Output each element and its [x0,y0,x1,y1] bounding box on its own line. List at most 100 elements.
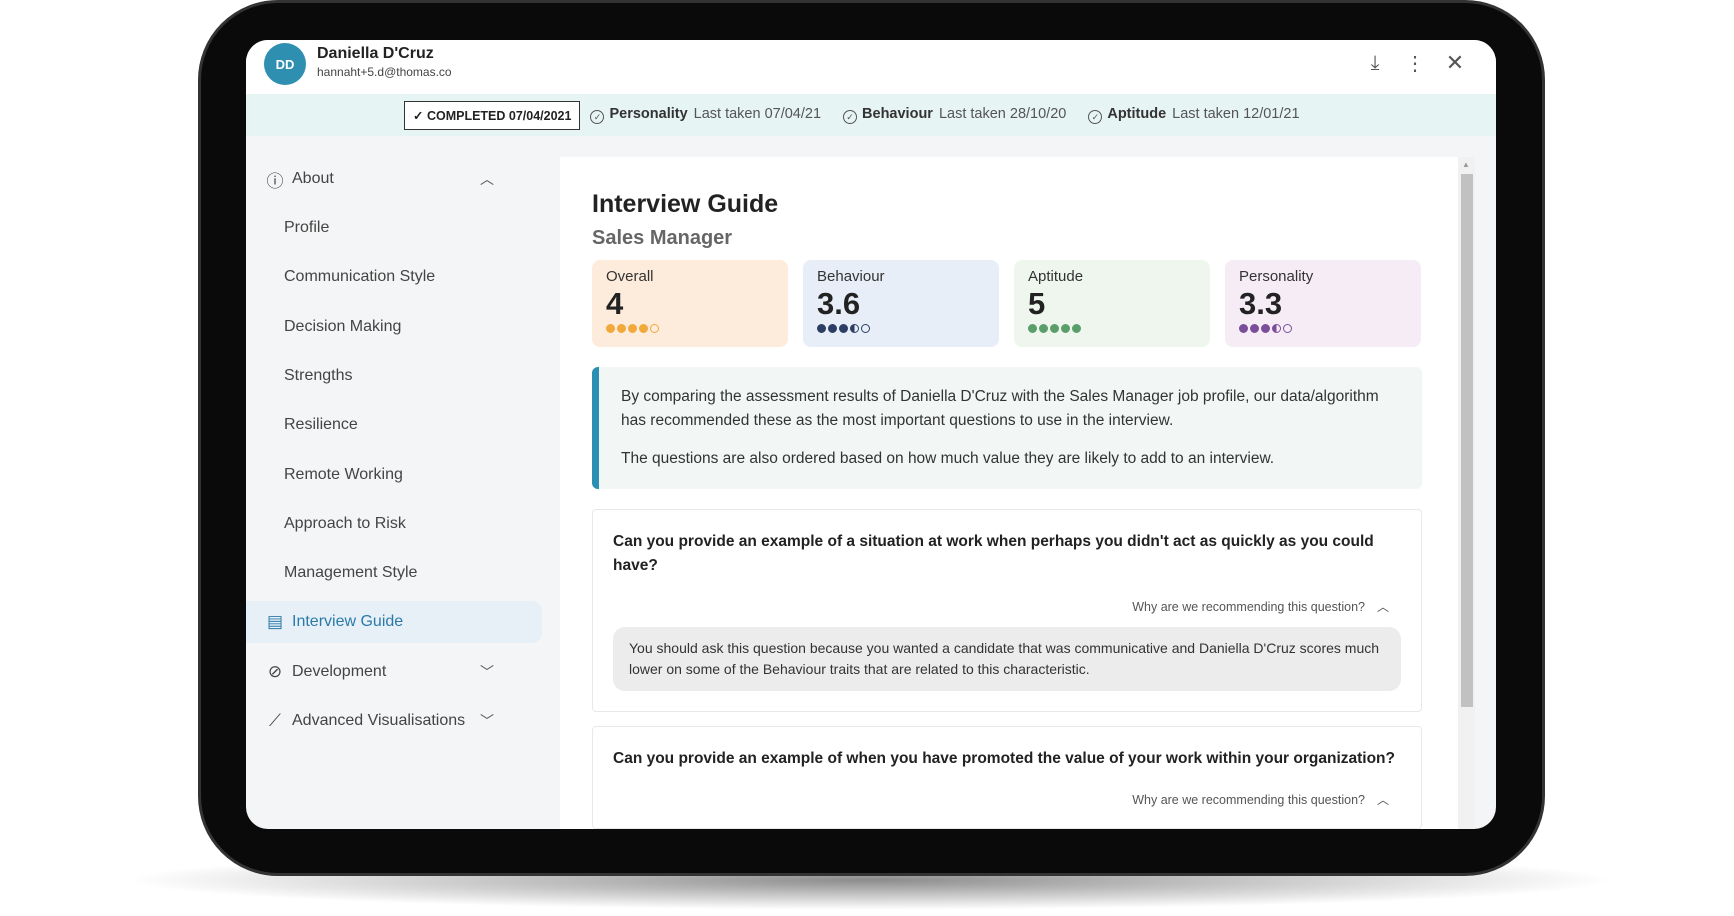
why-label: Why are we recommending this question? [1132,600,1365,614]
rating-dot [1261,324,1270,333]
question-text: Can you provide an example of a situatio… [613,533,1374,574]
rating-dot [650,324,659,333]
rating-dot [1272,324,1281,333]
status-behaviour: ✓ Behaviour Last taken 28/10/20 [843,106,1066,124]
chat-list-icon: ▤ [266,612,284,631]
rating-dot [1250,324,1259,333]
download-icon[interactable]: ⤓ [1362,50,1388,76]
info-text: By comparing the assessment results of D… [621,388,1379,429]
rating-dot [1039,324,1048,333]
sidebar: ⓘ About ︿ Profile Communication Style Deci… [246,136,560,829]
sidebar-item-decision-making[interactable]: Decision Making [246,306,514,348]
sidebar-item-label: Advanced Visualisations [292,712,466,729]
score-label: Behaviour [817,268,885,285]
interview-guide-panel: Interview Guide Sales Manager Overall 4 B… [560,157,1458,829]
status-personality: ✓ Personality Last taken 07/04/21 [590,106,821,124]
completed-label: COMPLETED 07/04/2021 [426,108,572,123]
score-cards: Overall 4 Behaviour 3.6 Aptitude 5 Personal… [592,260,1426,347]
header: DD Daniella D'Cruz hannaht+5.d@thomas.co… [246,40,1496,94]
rating-dot [639,324,648,333]
close-icon[interactable]: ✕ [1442,50,1468,76]
sidebar-item-label: Interview Guide [292,613,404,630]
check-circle-icon: ✓ [843,110,858,124]
chevron-up-icon: ︿ [480,171,494,187]
rating-dot [828,324,837,333]
sidebar-item-resilience[interactable]: Resilience [246,404,514,446]
rating-dot [1061,324,1070,333]
sidebar-item-management-style[interactable]: Management Style [246,552,514,594]
rating-dot [1283,324,1292,333]
question-card: Can you provide an example of a situatio… [592,509,1422,712]
sidebar-item-remote-working[interactable]: Remote Working [246,454,514,496]
assessment-status-bar: ✓ COMPLETED 07/04/2021 ✓ Personality Last … [246,94,1496,136]
rating-dots [817,324,985,333]
info-icon: ⓘ [266,171,284,191]
score-value: 3.3 [1239,286,1283,321]
rating-dot [861,324,870,333]
leaf-icon: ⊘ [267,662,283,681]
rating-dots [1239,324,1407,333]
page-title: Interview Guide [592,190,779,218]
score-card-personality: Personality 3.3 [1225,260,1421,347]
status-date: Last taken 28/10/20 [938,106,1067,122]
sidebar-item-strengths[interactable]: Strengths [246,355,514,397]
user-name: Daniella D'Cruz [317,45,434,62]
rating-dots [1028,324,1196,333]
chevron-down-icon: ﹀ [480,664,494,680]
sidebar-item-approach-to-risk[interactable]: Approach to Risk [246,503,514,545]
scrollbar-thumb[interactable] [1461,174,1473,707]
why-toggle[interactable]: Why are we recommending this question? ︿ [613,598,1401,615]
rating-dot [1239,324,1248,333]
info-box: By comparing the assessment results of D… [592,367,1422,489]
rating-dot [839,324,848,333]
rating-dot [1072,324,1081,333]
scroll-up-icon[interactable]: ▲ [1462,160,1470,169]
rating-dot [817,324,826,333]
chart-line-icon: ⟋ [269,711,281,730]
score-card-behaviour: Behaviour 3.6 [803,260,999,347]
score-value: 3.6 [817,286,861,321]
question-text: Can you provide an example of when you h… [613,750,1395,767]
score-label: Personality [1239,268,1314,285]
status-date: Last taken 07/04/21 [693,106,822,122]
question-card: Can you provide an example of when you h… [592,726,1422,829]
why-label: Why are we recommending this question? [1132,793,1365,807]
score-card-aptitude: Aptitude 5 [1014,260,1210,347]
chevron-up-icon: ︿ [1376,600,1389,614]
job-title: Sales Manager [592,227,733,249]
rating-dot [1028,324,1037,333]
avatar: DD [264,43,306,85]
status-name: Behaviour [862,106,933,122]
why-toggle[interactable]: Why are we recommending this question? ︿ [613,791,1401,808]
info-text: The questions are also ordered based on … [621,450,1275,467]
more-vert-icon[interactable]: ⋮ [1402,50,1428,76]
score-value: 4 [606,286,624,321]
rating-dot [606,324,615,333]
sidebar-item-development[interactable]: ⊘ Development ﹀ [246,651,514,693]
sidebar-item-about[interactable]: ⓘ About ︿ [246,158,514,200]
rating-dots [606,324,774,333]
score-value: 5 [1028,286,1046,321]
sidebar-item-advanced-visualisations[interactable]: ⟋ Advanced Visualisations ﹀ [246,700,514,742]
rating-dot [617,324,626,333]
score-label: Overall [606,268,654,285]
check-circle-icon: ✓ [1088,110,1103,124]
score-card-overall: Overall 4 [592,260,788,347]
rating-dot [1050,324,1059,333]
chevron-down-icon: ﹀ [480,713,494,729]
rating-dot [850,324,859,333]
status-date: Last taken 12/01/21 [1172,106,1300,122]
status-name: Aptitude [1107,106,1167,122]
chevron-up-icon: ︿ [1376,793,1389,807]
sidebar-item-communication-style[interactable]: Communication Style [246,256,514,298]
user-email: hannaht+5.d@thomas.co [317,65,452,79]
sidebar-item-label: Development [292,663,387,680]
reason-text: You should ask this question because you… [613,627,1401,691]
rating-dot [628,324,637,333]
completed-badge: ✓ COMPLETED 07/04/2021 [404,100,581,130]
check-circle-icon: ✓ [590,110,605,124]
app-screen: DD Daniella D'Cruz hannaht+5.d@thomas.co… [246,40,1496,829]
sidebar-item-interview-guide[interactable]: ▤ Interview Guide [246,601,542,643]
scrollbar[interactable]: ▲ [1458,157,1475,829]
sidebar-item-profile[interactable]: Profile [246,207,514,249]
